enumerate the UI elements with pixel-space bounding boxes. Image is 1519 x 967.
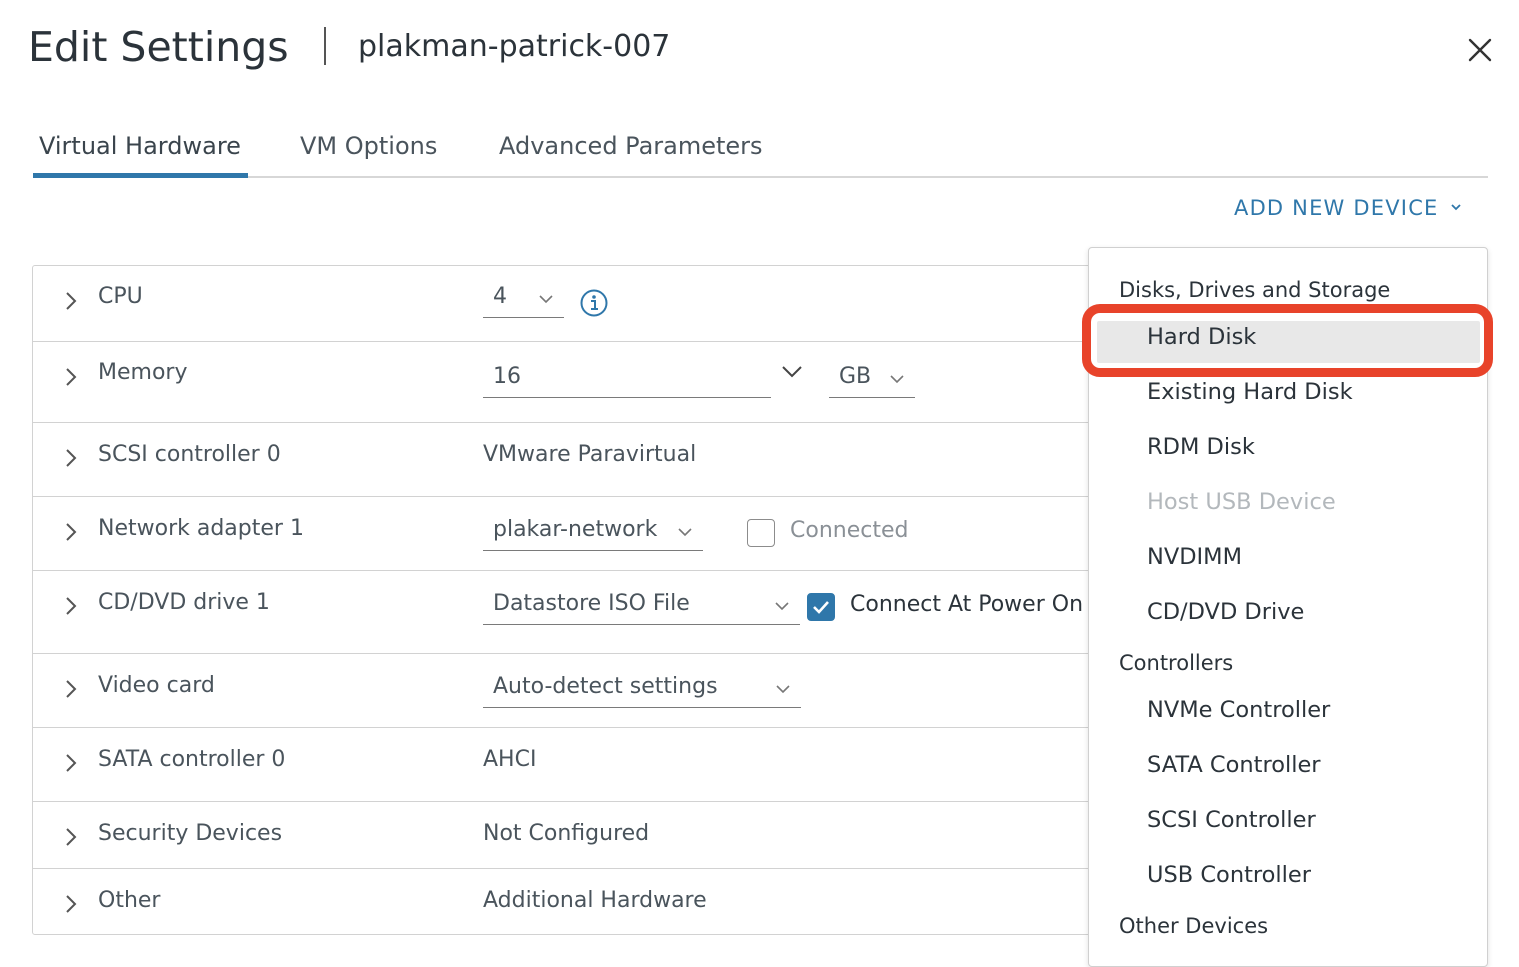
memory-label: Memory	[98, 360, 188, 385]
connected-checkbox[interactable]	[747, 519, 775, 547]
other-value: Additional Hardware	[483, 888, 707, 913]
hardware-row-other: Other Additional Hardware	[33, 869, 1133, 935]
menu-item-scsi-controller[interactable]: SCSI Controller	[1147, 807, 1316, 833]
add-device-dropdown-menu: Disks, Drives and Storage Hard Disk Exis…	[1088, 247, 1488, 967]
cpu-select[interactable]: 4	[483, 284, 564, 318]
hardware-row-sata-controller: SATA controller 0 AHCI	[33, 728, 1133, 802]
menu-section-disks-drives-storage: Disks, Drives and Storage	[1119, 278, 1391, 302]
menu-item-nvme-controller[interactable]: NVMe Controller	[1147, 697, 1330, 723]
chevron-right-icon	[66, 680, 77, 698]
other-label: Other	[98, 888, 161, 913]
expand-scsi-button[interactable]	[61, 447, 81, 467]
video-value: Auto-detect settings	[493, 674, 718, 699]
menu-item-rdm-disk[interactable]: RDM Disk	[1147, 434, 1255, 460]
expand-sata-button[interactable]	[61, 752, 81, 772]
menu-section-controllers: Controllers	[1119, 651, 1234, 675]
scsi-label: SCSI controller 0	[98, 442, 281, 467]
security-value: Not Configured	[483, 821, 650, 846]
hardware-row-scsi-controller: SCSI controller 0 VMware Paravirtual	[33, 423, 1133, 497]
scsi-value: VMware Paravirtual	[483, 442, 697, 467]
expand-memory-button[interactable]	[61, 366, 81, 386]
memory-unit: GB	[839, 364, 872, 389]
expand-cpu-button[interactable]	[61, 290, 81, 310]
hardware-row-cpu: CPU 4	[33, 266, 1133, 342]
tab-vm-options[interactable]: VM Options	[300, 124, 437, 178]
dialog-title: Edit Settings	[28, 23, 289, 71]
menu-item-usb-controller[interactable]: USB Controller	[1147, 862, 1311, 888]
memory-input[interactable]: 16	[483, 364, 771, 398]
tab-advanced-parameters[interactable]: Advanced Parameters	[499, 124, 763, 178]
memory-unit-select[interactable]: GB	[829, 364, 915, 398]
expand-security-button[interactable]	[61, 826, 81, 846]
chevron-right-icon	[66, 292, 77, 310]
video-select[interactable]: Auto-detect settings	[483, 674, 801, 708]
sata-value: AHCI	[483, 747, 537, 772]
expand-network-button[interactable]	[61, 521, 81, 541]
menu-item-cd-dvd-drive[interactable]: CD/DVD Drive	[1147, 599, 1304, 625]
network-select[interactable]: plakar-network	[483, 517, 703, 551]
chevron-down-icon	[776, 685, 790, 694]
hardware-row-security-devices: Security Devices Not Configured	[33, 802, 1133, 869]
expand-video-button[interactable]	[61, 678, 81, 698]
network-label: Network adapter 1	[98, 516, 304, 541]
chevron-down-icon	[539, 295, 553, 304]
close-icon	[1468, 38, 1492, 62]
cddvd-select[interactable]: Datastore ISO File	[483, 591, 800, 625]
close-button[interactable]	[1462, 32, 1498, 68]
chevron-right-icon	[66, 449, 77, 467]
menu-item-nvdimm[interactable]: NVDIMM	[1147, 544, 1242, 570]
cpu-label: CPU	[98, 284, 143, 309]
connect-at-power-on-checkbox[interactable]	[807, 593, 835, 621]
sata-label: SATA controller 0	[98, 747, 286, 772]
cddvd-label: CD/DVD drive 1	[98, 590, 270, 615]
chevron-right-icon	[66, 895, 77, 913]
checkmark-icon	[813, 601, 829, 614]
chevron-right-icon	[66, 754, 77, 772]
expand-other-button[interactable]	[61, 893, 81, 913]
security-label: Security Devices	[98, 821, 283, 846]
menu-item-existing-hard-disk[interactable]: Existing Hard Disk	[1147, 379, 1353, 405]
menu-item-host-usb-device: Host USB Device	[1147, 489, 1336, 515]
menu-item-hard-disk[interactable]: Hard Disk	[1147, 324, 1256, 350]
chevron-down-icon	[775, 602, 789, 611]
tab-bar: Virtual Hardware VM Options Advanced Par…	[33, 124, 1488, 178]
chevron-right-icon	[66, 368, 77, 386]
info-icon[interactable]	[579, 288, 609, 318]
connected-label: Connected	[790, 518, 909, 543]
tab-virtual-hardware[interactable]: Virtual Hardware	[33, 124, 248, 178]
hardware-row-memory: Memory 16 GB	[33, 342, 1133, 423]
cpu-value: 4	[493, 284, 507, 309]
add-new-device-button[interactable]: ADD NEW DEVICE	[1234, 196, 1462, 220]
chevron-right-icon	[66, 828, 77, 846]
chevron-right-icon	[66, 597, 77, 615]
hardware-row-cd-dvd-drive: CD/DVD drive 1 Datastore ISO File Connec…	[33, 571, 1133, 654]
hardware-row-network-adapter: Network adapter 1 plakar-network Connect…	[33, 497, 1133, 571]
title-divider	[324, 27, 326, 65]
chevron-down-icon[interactable]	[781, 364, 803, 380]
menu-item-sata-controller[interactable]: SATA Controller	[1147, 752, 1321, 778]
connect-at-power-on-label: Connect At Power On	[850, 592, 1084, 617]
memory-value: 16	[493, 364, 521, 389]
chevron-down-icon	[1451, 204, 1462, 211]
vm-name: plakman-patrick-007	[358, 29, 671, 64]
chevron-down-icon	[678, 528, 692, 537]
add-new-device-label: ADD NEW DEVICE	[1234, 196, 1439, 220]
cddvd-value: Datastore ISO File	[493, 591, 690, 616]
chevron-right-icon	[66, 523, 77, 541]
chevron-down-icon	[890, 375, 904, 384]
network-value: plakar-network	[493, 517, 658, 542]
video-label: Video card	[98, 673, 215, 698]
hardware-table: CPU 4 Memory 16 GB SCSI controller 0 VMw…	[32, 265, 1133, 935]
menu-section-other-devices: Other Devices	[1119, 914, 1269, 938]
expand-cddvd-button[interactable]	[61, 595, 81, 615]
hardware-row-video-card: Video card Auto-detect settings	[33, 654, 1133, 728]
